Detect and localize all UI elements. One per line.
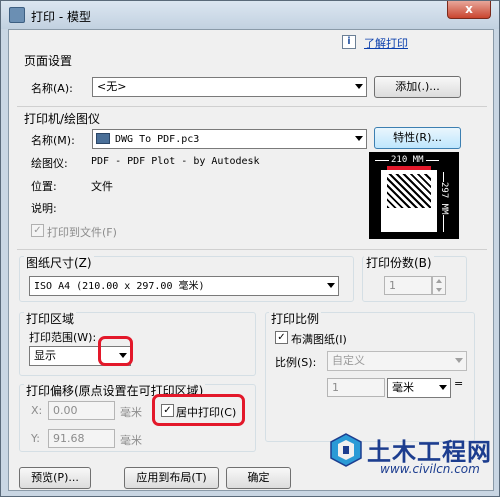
copies-spinner[interactable]	[432, 276, 446, 295]
print-to-file-label: 打印到文件(F)	[47, 226, 117, 239]
divider	[17, 106, 487, 107]
printer-heading: 打印机/绘图仪	[24, 112, 101, 126]
add-page-setup-button[interactable]: 添加(.)...	[374, 76, 461, 98]
plot-range-value: 显示	[34, 349, 56, 362]
scale-units-input[interactable]: 1	[327, 378, 385, 397]
divider	[17, 249, 487, 250]
scale-label: 比例(S):	[275, 356, 317, 369]
where-label: 位置:	[31, 180, 57, 193]
plot-scale-heading: 打印比例	[269, 310, 322, 327]
offset-y-input[interactable]: 91.68	[48, 429, 115, 448]
plotter-icon	[96, 133, 110, 144]
offset-y-unit: 毫米	[120, 434, 142, 447]
chevron-down-icon	[455, 358, 463, 363]
plot-range-label: 打印范围(W):	[29, 331, 97, 344]
paper-size-heading: 图纸尺寸(Z)	[24, 254, 94, 271]
civilcn-logo	[329, 432, 363, 468]
preview-width-label: 210 MM	[389, 155, 426, 165]
offset-y-label: Y:	[31, 432, 40, 445]
printer-name-label: 名称(M):	[31, 134, 75, 147]
offset-x-label: X:	[31, 404, 43, 417]
preview-button[interactable]: 预览(P)...	[19, 467, 91, 489]
fit-to-paper-label: 布满图纸(I)	[291, 333, 347, 346]
printer-name-value: DWG To PDF.pc3	[115, 134, 200, 145]
page-setup-name-value: <无>	[97, 80, 127, 93]
plotter-value: PDF - PDF Plot - by Autodesk	[91, 156, 260, 167]
paper-size-value: ISO A4 (210.00 x 297.00 毫米)	[34, 281, 205, 292]
page-setup-heading: 页面设置	[24, 54, 73, 68]
info-icon[interactable]: i	[342, 35, 356, 49]
copies-input[interactable]: 1	[384, 276, 432, 295]
plotter-label: 绘图仪:	[31, 157, 68, 170]
print-to-file-checkbox[interactable]: ✓	[31, 224, 44, 237]
page-setup-name-select[interactable]: <无>	[92, 77, 367, 97]
fit-to-paper-checkbox[interactable]: ✓	[275, 331, 288, 344]
where-value: 文件	[91, 180, 113, 193]
close-button[interactable]: x	[447, 1, 491, 19]
chevron-down-icon	[439, 385, 447, 390]
highlight-ring	[98, 336, 133, 366]
equals-sign: =	[454, 377, 464, 390]
offset-x-input[interactable]: 0.00	[48, 401, 115, 420]
plot-area-heading: 打印区域	[24, 310, 77, 327]
chevron-down-icon	[355, 84, 363, 89]
learn-printing-link[interactable]: 了解打印	[364, 35, 408, 51]
scale-select[interactable]: 自定义	[327, 351, 467, 371]
ok-button[interactable]: 确定	[226, 467, 291, 489]
window-title: 打印 - 模型	[31, 10, 91, 24]
dialog-body: i 了解打印 页面设置 名称(A): <无> 添加(.)... 打印机/绘图仪 …	[8, 29, 494, 491]
offset-x-unit: 毫米	[120, 406, 142, 419]
printable-area-hatch	[387, 174, 431, 208]
description-label: 说明:	[31, 202, 57, 215]
printer-name-select[interactable]: DWG To PDF.pc3	[92, 129, 367, 149]
scale-units-value: 毫米	[392, 381, 414, 394]
chevron-down-icon	[327, 283, 335, 288]
paper-size-select[interactable]: ISO A4 (210.00 x 297.00 毫米)	[29, 276, 339, 296]
chevron-down-icon	[436, 288, 442, 292]
print-dialog: 打印 - 模型 x i 了解打印 页面设置 名称(A): <无> 添加(.)..…	[0, 0, 500, 497]
scale-value: 自定义	[332, 354, 365, 367]
paper-sheet	[381, 170, 437, 232]
preview-height-label: 297 MM	[439, 182, 449, 215]
properties-button[interactable]: 特性(R)...	[374, 127, 461, 149]
watermark-url: www.civilcn.com	[380, 462, 480, 476]
title-bar[interactable]: 打印 - 模型 x	[1, 1, 499, 29]
chevron-down-icon	[355, 136, 363, 141]
page-setup-name-label: 名称(A):	[31, 82, 73, 95]
apply-to-layout-button[interactable]: 应用到布局(T)	[124, 467, 219, 489]
highlight-ring	[152, 394, 245, 426]
copies-heading: 打印份数(B)	[364, 254, 434, 271]
chevron-up-icon	[436, 279, 442, 283]
scale-units-select[interactable]: 毫米	[387, 378, 451, 398]
print-app-icon	[9, 7, 25, 23]
paper-preview: 210 MM 297 MM	[369, 152, 459, 239]
